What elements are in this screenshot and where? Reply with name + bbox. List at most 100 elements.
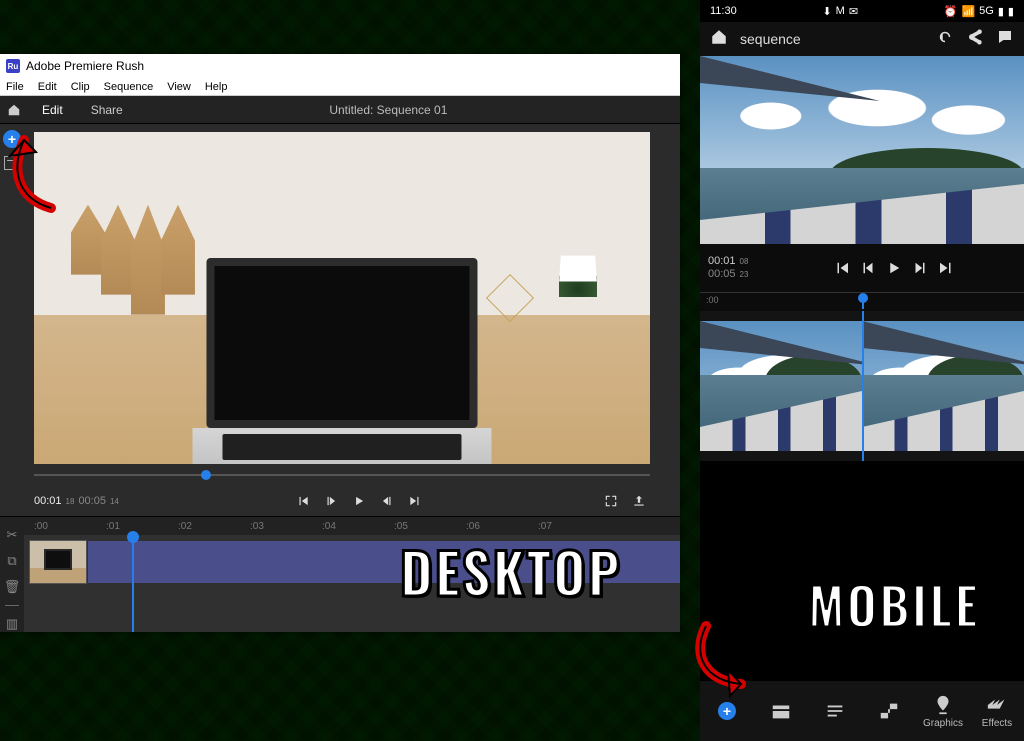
timeline-playhead[interactable] [862,311,864,461]
ruler-tick: :04 [322,521,394,532]
project-button[interactable] [754,700,808,722]
expand-tracks-icon[interactable]: ▥ [6,616,18,632]
home-icon [710,28,728,46]
alarm-icon: ⏰ [944,5,958,18]
titles-button[interactable] [808,700,862,722]
scrubber-handle-icon[interactable] [201,470,211,480]
step-forward-button[interactable] [376,490,398,512]
plus-icon: + [718,702,736,720]
timecode-duration: 00:05 [708,268,736,281]
step-forward-icon [911,259,929,277]
graphics-icon [932,694,954,716]
signal-icon: ▮ [998,5,1004,18]
preview-scrubber[interactable] [34,468,650,482]
step-back-icon [859,259,877,277]
menu-file[interactable]: File [6,81,24,93]
timecode-duration-frames: 14 [110,497,119,506]
ruler-tick: :03 [250,521,322,532]
video-clip[interactable] [700,321,862,451]
gmail-icon: M [836,5,845,17]
skip-forward-icon [408,494,422,508]
skip-back-button[interactable] [292,490,314,512]
fullscreen-icon [604,494,618,508]
preview-panel: 00:01 18 00:05 14 [24,124,680,516]
battery-icon: ▮ [1008,5,1014,18]
transport-bar: 00:01 18 00:05 14 [34,486,650,516]
step-back-button[interactable] [320,490,342,512]
title-icon [824,700,846,722]
delete-icon[interactable]: 🗑 [4,579,21,595]
nav-label: Graphics [923,718,963,729]
tab-share[interactable]: Share [77,96,137,123]
window-title: Adobe Premiere Rush [26,59,144,73]
scissors-icon[interactable]: ✂ [7,527,18,543]
android-status-bar: 11:30 ⬇ M ✉ ⏰ 📶 5G ▮ ▮ [700,0,1024,22]
share-button[interactable] [966,28,984,51]
timecode-display: 00:01 18 00:05 14 [34,495,119,507]
undo-button[interactable] [936,28,954,51]
mobile-transport: 00:0108 00:0523 [700,244,1024,292]
annotation-desktop-label: DESKTOP [400,530,622,613]
add-media-button[interactable]: + [3,130,21,148]
mobile-ruler[interactable]: :00 [700,293,1024,311]
wifi-icon: 📶 [961,5,975,18]
window-titlebar[interactable]: Ru Adobe Premiere Rush [0,54,680,78]
play-button[interactable] [348,490,370,512]
ruler-tick: :00 [34,521,106,532]
menu-bar: File Edit Clip Sequence View Help [0,78,680,96]
menu-help[interactable]: Help [205,81,228,93]
share-icon [966,28,984,46]
step-forward-button[interactable] [909,257,931,279]
app-topbar: Edit Share Untitled: Sequence 01 [0,96,680,124]
comment-icon [996,28,1014,46]
effects-button[interactable]: Effects [970,694,1024,729]
menu-clip[interactable]: Clip [71,81,90,93]
menu-sequence[interactable]: Sequence [104,81,154,93]
duplicate-icon[interactable]: ⧉ [7,553,16,569]
timeline-playhead[interactable] [132,535,134,632]
skip-forward-icon [937,259,955,277]
skip-forward-button[interactable] [404,490,426,512]
home-button[interactable] [0,103,28,117]
mobile-timecode: 00:0108 00:0523 [708,255,768,281]
add-media-button[interactable]: + [700,702,754,720]
transition-icon [878,700,900,722]
menu-view[interactable]: View [167,81,191,93]
skip-forward-button[interactable] [935,257,957,279]
export-frame-button[interactable] [628,490,650,512]
timecode-current: 00:01 [34,495,62,507]
breadcrumb[interactable]: sequence [740,31,801,47]
timecode-current-frames: 18 [66,497,75,506]
video-preview[interactable] [34,132,650,464]
undo-icon [936,28,954,46]
status-icons: ⬇ M ✉ [822,5,858,18]
clip-thumbnail[interactable] [30,541,86,583]
app-logo-icon: Ru [6,59,20,73]
ruler-tick: :01 [106,521,178,532]
fullscreen-button[interactable] [600,490,622,512]
skip-back-icon [296,494,310,508]
video-clip[interactable] [862,321,1024,451]
mobile-timeline[interactable] [700,311,1024,461]
document-title: Untitled: Sequence 01 [137,103,640,117]
play-button[interactable] [883,257,905,279]
mobile-topbar: sequence [700,22,1024,56]
tab-edit[interactable]: Edit [28,96,77,123]
mobile-video-preview[interactable] [700,56,1024,244]
graphics-button[interactable]: Graphics [916,694,970,729]
comment-button[interactable] [996,28,1014,51]
nav-label: Effects [982,718,1012,729]
timecode-current-frames: 08 [740,257,749,267]
menu-edit[interactable]: Edit [38,81,57,93]
status-right: ⏰ 📶 5G ▮ ▮ [944,5,1014,18]
work-area: + 00:01 18 00:05 14 [0,124,680,516]
ruler-tick: :00 [706,295,719,305]
ruler-playhead-icon[interactable] [862,297,864,309]
export-icon [632,494,646,508]
project-panel-button[interactable] [4,156,20,170]
step-back-button[interactable] [857,257,879,279]
skip-back-button[interactable] [831,257,853,279]
home-button[interactable] [710,28,728,51]
status-time: 11:30 [710,5,737,17]
transitions-button[interactable] [862,700,916,722]
